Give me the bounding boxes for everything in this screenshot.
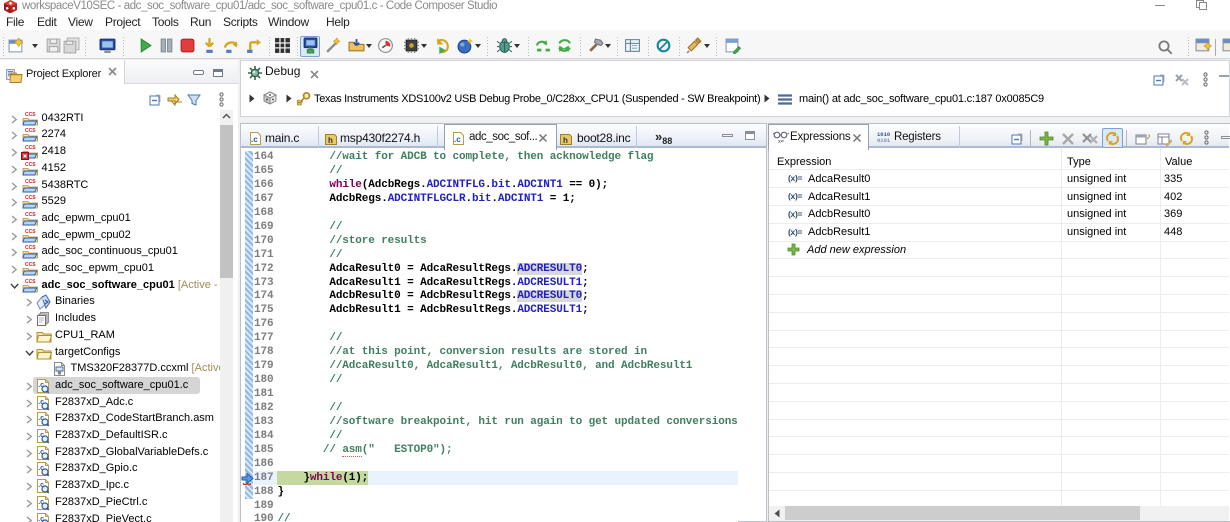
- svg-text:CCS: CCS: [25, 212, 36, 218]
- svg-text:0101: 0101: [877, 137, 890, 143]
- svg-text:CCS: CCS: [25, 229, 36, 235]
- svg-text:CCS: CCS: [25, 162, 36, 168]
- svg-text:CCS: CCS: [25, 262, 36, 268]
- svg-text:h: h: [328, 136, 333, 145]
- svg-text:CCS: CCS: [25, 179, 36, 185]
- svg-text:CCS: CCS: [25, 245, 36, 251]
- svg-text:h: h: [563, 136, 568, 145]
- svg-text:CCS: CCS: [25, 112, 36, 118]
- svg-text:CCS: CCS: [25, 145, 36, 151]
- svg-text:x=: x=: [778, 139, 784, 144]
- svg-text:.c: .c: [251, 135, 258, 144]
- svg-text:.c: .c: [454, 135, 461, 144]
- svg-text:CCS: CCS: [25, 195, 36, 201]
- svg-text:CCS: CCS: [25, 279, 36, 285]
- svg-text:CCS: CCS: [25, 128, 36, 134]
